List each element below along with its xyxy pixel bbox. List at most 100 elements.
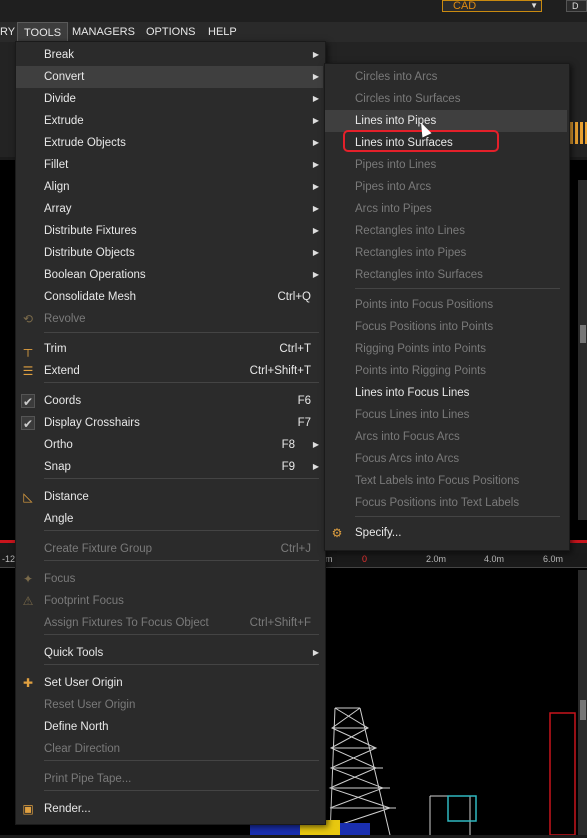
convert-menu-item[interactable]: Arcs into Pipes — [325, 198, 567, 220]
menu-item-label: Pipes into Arcs — [355, 181, 432, 193]
menu-item-label: Circles into Surfaces — [355, 93, 461, 105]
tools-menu-item[interactable]: ✔ Coords F6 — [16, 390, 323, 412]
menu-item-label: Divide — [44, 93, 76, 105]
menu-item-label: Align — [44, 181, 70, 193]
convert-menu-item[interactable]: Rectangles into Pipes — [325, 242, 567, 264]
tools-menu-item[interactable]: Extrude Objects ▶ — [16, 132, 323, 154]
grid-icon[interactable] — [570, 122, 587, 144]
menu-item-label: Arcs into Pipes — [355, 203, 432, 215]
tools-menu-item[interactable]: Convert ▶ — [16, 66, 323, 88]
tools-menu-item[interactable]: Distribute Objects ▶ — [16, 242, 323, 264]
menu-item-label: Print Pipe Tape... — [44, 773, 132, 785]
menu-item-label: Distribute Fixtures — [44, 225, 137, 237]
menu-item-label: Points into Focus Positions — [355, 299, 494, 311]
menu-item-label: Focus Positions into Text Labels — [355, 497, 520, 509]
menu-item-label: Pipes into Lines — [355, 159, 437, 171]
convert-menu-item[interactable]: Pipes into Arcs — [325, 176, 567, 198]
tools-menu-item[interactable]: ✚ Set User Origin — [16, 672, 323, 694]
menu-tools[interactable]: TOOLS — [17, 22, 69, 42]
convert-menu-item[interactable]: Pipes into Lines — [325, 154, 567, 176]
chevron-right-icon: ▶ — [312, 462, 319, 471]
menu-item-label: Assign Fixtures To Focus Object — [44, 617, 209, 629]
convert-menu-item[interactable]: Lines into Pipes — [325, 110, 567, 132]
convert-menu-item[interactable]: Focus Positions into Points — [325, 316, 567, 338]
ruler-tick: 6.0m — [543, 554, 564, 564]
tools-menu-item[interactable]: Array ▶ — [16, 198, 323, 220]
tools-menu-item[interactable]: Boolean Operations ▶ — [16, 264, 323, 286]
convert-menu-item[interactable]: Rectangles into Lines — [325, 220, 567, 242]
menubar: RY TOOLS MANAGERS OPTIONS HELP — [0, 22, 587, 42]
tools-menu-item[interactable]: Align ▶ — [16, 176, 323, 198]
menu-item-label: Lines into Focus Lines — [355, 387, 470, 399]
tools-menu-item[interactable]: Snap F9 ▶ — [16, 456, 323, 478]
tools-menu-item[interactable]: Ortho F8 ▶ — [16, 434, 323, 456]
tools-menu-item[interactable]: ⟲ Revolve — [16, 308, 323, 330]
menu-item-label: Fillet — [44, 159, 69, 171]
convert-menu-item[interactable]: Points into Rigging Points — [325, 360, 567, 382]
chevron-right-icon: ▶ — [312, 248, 319, 257]
scrollbar-thumb[interactable] — [580, 325, 586, 343]
menu-item-label: Define North — [44, 721, 109, 733]
convert-menu-item[interactable]: Focus Positions into Text Labels — [325, 492, 567, 514]
tools-menu-item[interactable]: Quick Tools ▶ — [16, 642, 323, 664]
menu-item-label: Rigging Points into Points — [355, 343, 487, 355]
footprint-icon: ⚠ — [22, 594, 34, 608]
menu-item-shortcut: F9 — [281, 461, 295, 473]
tools-menu-item[interactable]: Divide ▶ — [16, 88, 323, 110]
revolve-icon: ⟲ — [22, 312, 34, 326]
convert-menu-item[interactable]: Focus Arcs into Arcs — [325, 448, 567, 470]
tools-menu-item[interactable]: ┬ Trim Ctrl+T — [16, 338, 323, 360]
menu-managers[interactable]: MANAGERS — [66, 22, 141, 42]
tools-menu-item[interactable]: Reset User Origin — [16, 694, 323, 716]
convert-menu-item[interactable]: Circles into Surfaces — [325, 88, 567, 110]
convert-menu-item[interactable]: Text Labels into Focus Positions — [325, 470, 567, 492]
tools-menu-item[interactable]: ◺ Distance — [16, 486, 323, 508]
menu-item-label: Break — [44, 49, 75, 61]
chevron-right-icon: ▶ — [312, 440, 319, 449]
chevron-right-icon: ▶ — [312, 50, 319, 59]
convert-menu-item[interactable]: Lines into Focus Lines — [325, 382, 567, 404]
tools-menu-item[interactable]: Assign Fixtures To Focus Object Ctrl+Shif… — [16, 612, 323, 634]
scrollbar[interactable] — [578, 570, 587, 835]
tools-menu-item[interactable]: ✦ Focus — [16, 568, 323, 590]
menu-item-label: Display Crosshairs — [44, 417, 140, 429]
tools-menu-item[interactable]: ☰ Extend Ctrl+Shift+T — [16, 360, 323, 382]
menu-separator — [44, 664, 319, 665]
tools-menu-item[interactable]: ▣ Render... — [16, 798, 323, 820]
tools-menu-item[interactable]: Consolidate Mesh Ctrl+Q — [16, 286, 323, 308]
tools-menu-item[interactable]: Fillet ▶ — [16, 154, 323, 176]
menu-item-label: Create Fixture Group — [44, 543, 153, 555]
tools-menu-item[interactable]: Break ▶ — [16, 44, 323, 66]
checkmark-icon: ✔ — [21, 394, 35, 409]
tools-menu-item[interactable]: Clear Direction — [16, 738, 323, 760]
tools-menu-item[interactable]: Create Fixture Group Ctrl+J — [16, 538, 323, 560]
mode-select[interactable]: CAD ▼ — [442, 0, 542, 12]
convert-menu-item[interactable]: ⚙ Specify... — [325, 522, 567, 544]
tools-menu-item[interactable]: ⚠ Footprint Focus — [16, 590, 323, 612]
menu-separator — [44, 478, 319, 479]
convert-menu-item[interactable]: Points into Focus Positions — [325, 294, 567, 316]
menu-item-label: Reset User Origin — [44, 699, 136, 711]
convert-menu-item[interactable]: Rectangles into Surfaces — [325, 264, 567, 286]
menu-options[interactable]: OPTIONS — [140, 22, 202, 42]
tools-menu-item[interactable]: Extrude ▶ — [16, 110, 323, 132]
chevron-down-icon: ▼ — [530, 1, 538, 10]
tools-menu-item[interactable]: Print Pipe Tape... — [16, 768, 323, 790]
tools-menu-item[interactable]: ✔ Display Crosshairs F7 — [16, 412, 323, 434]
menu-item-label: Distribute Objects — [44, 247, 135, 259]
menu-help[interactable]: HELP — [202, 22, 243, 42]
menu-item-label: Text Labels into Focus Positions — [355, 475, 520, 487]
convert-menu-item[interactable]: Arcs into Focus Arcs — [325, 426, 567, 448]
menu-item-label: Rectangles into Surfaces — [355, 269, 483, 281]
scrollbar-thumb[interactable] — [580, 700, 586, 720]
corner-button[interactable]: D — [566, 0, 587, 12]
scrollbar[interactable] — [578, 180, 587, 520]
tools-menu-item[interactable]: Distribute Fixtures ▶ — [16, 220, 323, 242]
tools-menu-item[interactable]: Angle — [16, 508, 323, 530]
menu-item-label: Revolve — [44, 313, 86, 325]
convert-menu-item[interactable]: Circles into Arcs — [325, 66, 567, 88]
convert-menu-item[interactable]: Rigging Points into Points — [325, 338, 567, 360]
convert-menu-item[interactable]: Focus Lines into Lines — [325, 404, 567, 426]
menu-item-label: Rectangles into Lines — [355, 225, 465, 237]
tools-menu-item[interactable]: Define North — [16, 716, 323, 738]
